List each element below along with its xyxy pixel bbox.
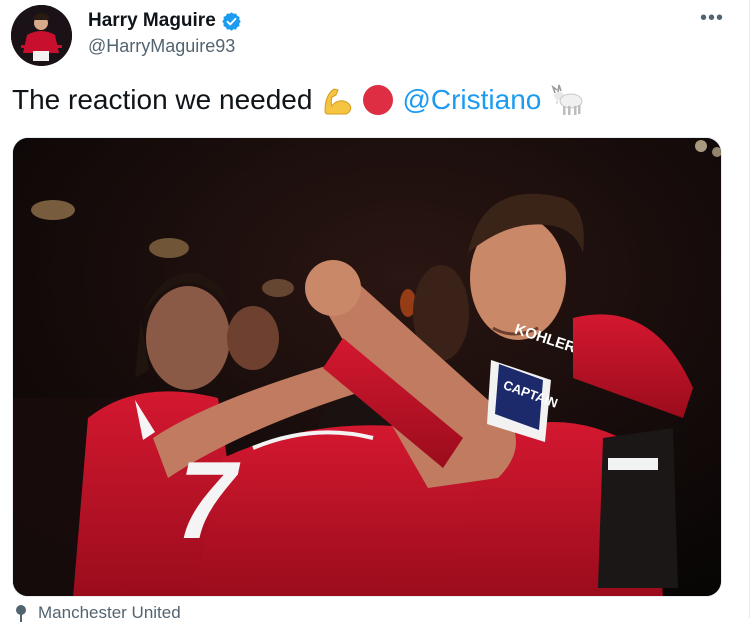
tweet-photo[interactable]: 7 CAPTAIN KOHLER: [12, 137, 722, 597]
flexed-biceps-icon: [320, 83, 354, 117]
tweet-author: Harry Maguire @HarryMaguire93: [88, 8, 242, 57]
tweet-text-body: The reaction we needed: [12, 84, 313, 115]
location-tag[interactable]: Manchester United: [14, 603, 181, 623]
location-label: Manchester United: [38, 603, 181, 622]
tweet-card: Harry Maguire @HarryMaguire93 ••• The re…: [0, 0, 750, 622]
display-name[interactable]: Harry Maguire: [88, 10, 216, 32]
location-pin-icon: [16, 605, 26, 622]
more-options-icon[interactable]: •••: [700, 6, 724, 30]
verified-badge-icon: [221, 11, 242, 32]
tweet-text: The reaction we needed @Cristiano: [12, 80, 585, 120]
goat-icon: [549, 83, 585, 117]
user-handle[interactable]: @HarryMaguire93: [88, 36, 242, 57]
avatar[interactable]: [11, 5, 72, 66]
red-circle-icon: [362, 84, 394, 116]
mention-link[interactable]: @Cristiano: [402, 80, 541, 120]
name-row: Harry Maguire: [88, 8, 242, 34]
